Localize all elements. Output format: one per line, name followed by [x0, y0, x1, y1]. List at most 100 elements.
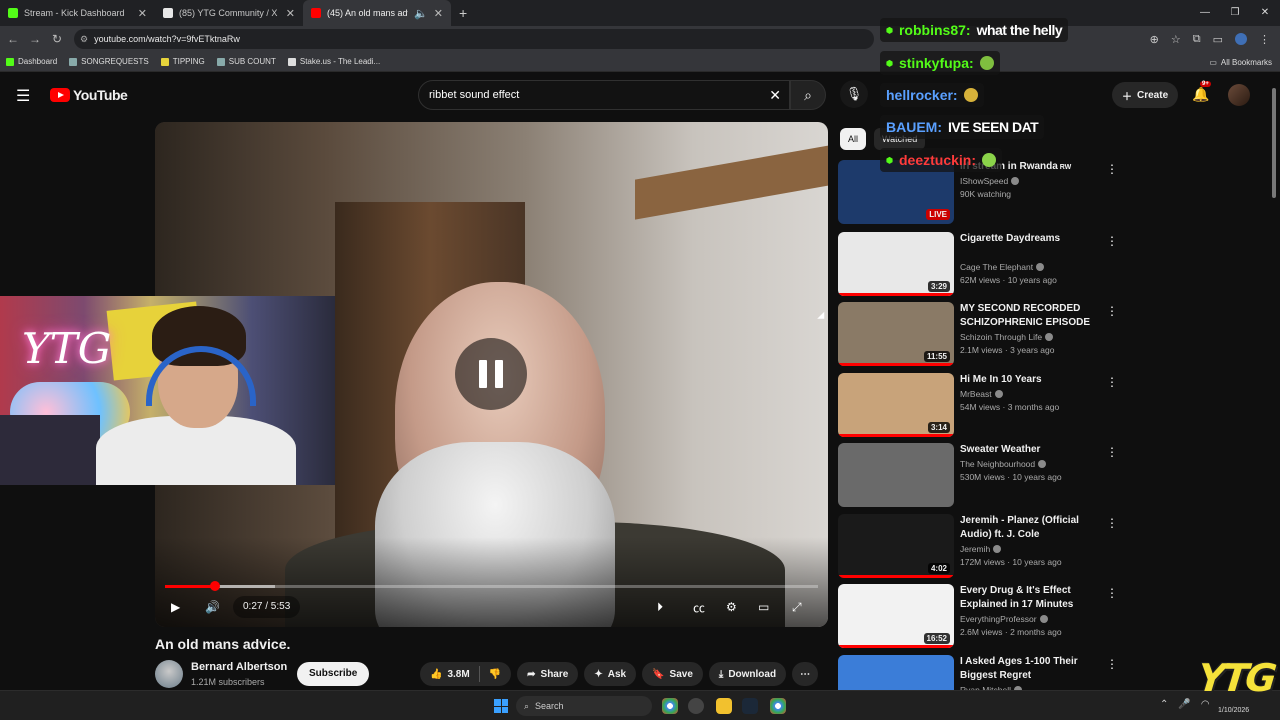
tab-youtube-video[interactable]: (45) An old mans advice. - Y 🔈 ✕ — [303, 0, 451, 26]
file-explorer-icon[interactable] — [716, 698, 732, 714]
chevron-up-icon[interactable]: ⌃ — [1160, 699, 1168, 710]
recommendation-item[interactable]: 11:55 MY SECOND RECORDED SCHIZOPHRENIC EP… — [838, 302, 1128, 366]
back-icon[interactable]: ← — [2, 32, 24, 46]
forward-icon[interactable]: → — [24, 32, 46, 46]
recommendation-title[interactable]: Sweater Weather — [960, 443, 1100, 457]
mute-icon[interactable]: 🔈 — [414, 7, 428, 20]
chrome-profile-icon[interactable] — [770, 698, 786, 714]
autoplay-toggle-icon[interactable]: ⏵ — [657, 596, 663, 618]
channel-avatar[interactable] — [155, 660, 183, 688]
more-options-icon[interactable]: ⋮ — [1106, 445, 1118, 459]
menu-icon[interactable]: ⋮ — [1259, 33, 1270, 46]
hamburger-menu-icon[interactable]: ☰ — [16, 86, 30, 106]
reload-icon[interactable]: ↻ — [46, 32, 68, 46]
voice-search-button[interactable]: 🎙 — [840, 80, 868, 108]
recommendation-title[interactable]: Hi Me In 10 Years — [960, 373, 1100, 387]
captions-icon[interactable]: ㏄ — [693, 596, 705, 618]
account-avatar[interactable] — [1228, 84, 1250, 106]
save-button[interactable]: 🔖 Save — [642, 662, 703, 686]
recommendation-item[interactable]: 3:29 Cigarette Daydreams Cage The Elephant… — [838, 232, 1128, 296]
more-options-icon[interactable]: ⋮ — [1106, 234, 1118, 248]
recommendation-title[interactable]: Jeremih - Planez (Official Audio) ft. J.… — [960, 514, 1100, 542]
clear-search-icon[interactable]: ✕ — [769, 87, 781, 104]
video-thumbnail[interactable] — [838, 443, 954, 507]
bookmark-songrequests[interactable]: SONGREQUESTS — [63, 57, 155, 66]
thumbs-down-icon[interactable]: 👎 — [489, 669, 501, 680]
notifications-button[interactable]: 🔔 9+ — [1192, 81, 1211, 103]
more-options-icon[interactable]: ⋮ — [1106, 162, 1118, 176]
recommendation-channel[interactable]: Schizoin Through Life — [960, 332, 1054, 342]
more-options-icon[interactable]: ⋮ — [1106, 304, 1118, 318]
recommendation-channel[interactable]: Cage The Elephant — [960, 262, 1045, 272]
url-field[interactable]: ⚙ youtube.com/watch?v=9fvETktnaRw — [74, 29, 874, 49]
taskbar-date[interactable]: 1/10/2026 — [1218, 707, 1249, 714]
subscribe-button[interactable]: Subscribe — [297, 662, 370, 686]
all-bookmarks[interactable]: ▭ All Bookmarks — [1209, 52, 1272, 72]
chrome-icon[interactable] — [662, 698, 678, 714]
video-thumbnail[interactable]: 3:29 — [838, 232, 954, 296]
recommendation-title[interactable]: Cigarette Daydreams — [960, 232, 1100, 246]
tab-x-community[interactable]: (85) YTG Community / X ✕ — [155, 0, 303, 26]
video-thumbnail[interactable]: 3:14 — [838, 373, 954, 437]
page-scrollbar[interactable] — [1272, 88, 1276, 198]
youtube-logo[interactable]: YouTube — [50, 87, 128, 103]
bookmark-star-icon[interactable]: ☆ — [1171, 33, 1181, 46]
volume-icon[interactable]: 🔊 — [205, 596, 220, 618]
miniplayer-icon[interactable]: ▭ — [758, 596, 769, 618]
search-input[interactable]: ribbet sound effect ✕ — [418, 80, 790, 110]
search-button[interactable]: ⌕ — [790, 80, 826, 110]
pause-overlay-icon[interactable] — [455, 338, 527, 410]
profile-icon[interactable] — [1235, 33, 1247, 45]
close-window-icon[interactable]: ✕ — [1250, 0, 1280, 26]
like-dislike-button[interactable]: 👍 3.8M 👎 — [420, 662, 512, 686]
minimize-icon[interactable]: — — [1190, 0, 1220, 26]
fullscreen-icon[interactable]: ⤢ — [792, 596, 802, 618]
extensions-icon[interactable]: ⧉ — [1193, 33, 1201, 46]
play-icon[interactable]: ▶ — [171, 596, 180, 618]
more-actions-button[interactable]: ⋯ — [792, 662, 819, 686]
sidepanel-icon[interactable]: ▭ — [1213, 33, 1223, 46]
bookmark-tipping[interactable]: TIPPING — [155, 57, 211, 66]
ask-button[interactable]: ✦ Ask — [584, 662, 637, 686]
recommendation-channel[interactable]: EverythingProfessor — [960, 614, 1048, 624]
video-thumbnail[interactable]: 11:55 — [838, 302, 954, 366]
site-info-icon[interactable]: ⚙ — [80, 34, 88, 45]
recommendation-item[interactable]: 3:14 Hi Me In 10 Years MrBeast 54M views · … — [838, 373, 1128, 437]
bookmark-sub-count[interactable]: SUB COUNT — [211, 57, 282, 66]
taskbar-search[interactable]: ⌕ Search — [516, 696, 652, 716]
recommendation-title[interactable]: Every Drug & It's Effect Explained in 17… — [960, 584, 1100, 612]
steam-icon[interactable] — [742, 698, 758, 714]
new-tab-icon[interactable]: + — [459, 5, 467, 21]
more-options-icon[interactable]: ⋮ — [1106, 516, 1118, 530]
bookmark-stake[interactable]: Stake.us - The Leadi... — [282, 57, 386, 66]
microphone-icon[interactable]: 🎤 — [1178, 699, 1190, 710]
recommendation-channel[interactable]: The Neighbourhood — [960, 459, 1047, 469]
obs-icon[interactable] — [688, 698, 704, 714]
zoom-icon[interactable]: ⊕ — [1150, 33, 1159, 46]
recommendation-item[interactable]: Sweater Weather The Neighbourhood 530M vie… — [838, 443, 1128, 507]
maximize-icon[interactable]: ❐ — [1220, 0, 1250, 26]
thumbs-up-icon[interactable]: 👍 — [430, 669, 442, 680]
close-tab-icon[interactable]: ✕ — [138, 7, 147, 20]
recommendation-title[interactable]: MY SECOND RECORDED SCHIZOPHRENIC EPISODE — [960, 302, 1100, 330]
video-thumbnail[interactable]: 16:52 — [838, 584, 954, 648]
recommendation-item[interactable]: 16:52 Every Drug & It's Effect Explained … — [838, 584, 1128, 648]
recommendation-channel[interactable]: MrBeast — [960, 389, 1003, 399]
share-button[interactable]: ➦ Share — [517, 662, 579, 686]
progress-bar[interactable] — [165, 581, 818, 591]
windows-start-icon[interactable] — [494, 699, 508, 713]
download-button[interactable]: ⤓ Download — [708, 662, 787, 686]
close-tab-icon[interactable]: ✕ — [434, 7, 443, 20]
close-tab-icon[interactable]: ✕ — [286, 7, 295, 20]
more-options-icon[interactable]: ⋮ — [1106, 657, 1118, 671]
wifi-icon[interactable]: ◠ — [1201, 699, 1210, 710]
create-button[interactable]: ＋ Create — [1112, 82, 1179, 108]
chip-all[interactable]: All — [840, 128, 867, 150]
recommendation-channel[interactable]: IShowSpeed — [960, 176, 1020, 186]
more-options-icon[interactable]: ⋮ — [1106, 586, 1118, 600]
settings-icon[interactable]: ⚙ — [726, 596, 737, 618]
channel-name[interactable]: Bernard Albertson — [191, 661, 287, 673]
more-options-icon[interactable]: ⋮ — [1106, 375, 1118, 389]
video-thumbnail[interactable]: 4:02 — [838, 514, 954, 578]
recommendation-title[interactable]: I Asked Ages 1-100 Their Biggest Regret — [960, 655, 1100, 683]
